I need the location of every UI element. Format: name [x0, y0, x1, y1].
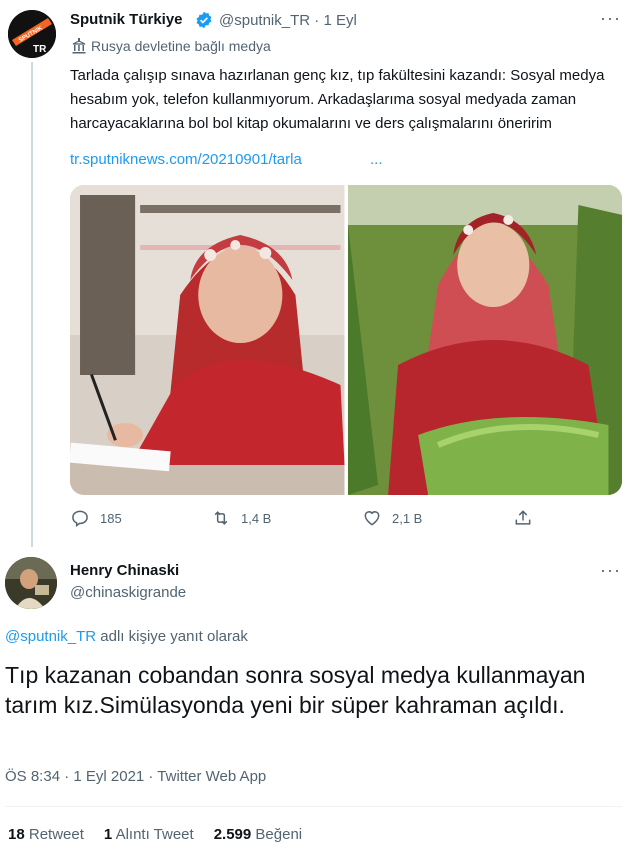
reply-count: 185	[100, 510, 122, 526]
parent-tweet-text: Tarlada çalışıp sınava hazırlanan genç k…	[70, 67, 605, 132]
government-building-icon	[72, 38, 86, 54]
more-icon[interactable]: ···	[600, 8, 621, 29]
likes-stat-count: 2.599	[213, 826, 252, 843]
retweets-stat-count: 18	[8, 826, 25, 843]
photo-field[interactable]	[347, 185, 622, 495]
reply-icon	[72, 510, 88, 527]
tweet-actions: 185 1,4 B 2,1 B	[70, 508, 540, 532]
more-icon[interactable]: ···	[600, 560, 621, 581]
replying-to-label: adlı kişiye yanıt olarak	[96, 628, 248, 645]
share-action[interactable]	[513, 508, 533, 528]
tweet-timestamp[interactable]: ÖS 8:34 · 1 Eyl 2021 · Twitter Web App	[5, 768, 266, 785]
retweet-action[interactable]: 1,4 B	[211, 508, 271, 528]
like-count: 2,1 B	[392, 510, 423, 526]
thread-line	[31, 62, 33, 547]
quotes-stat[interactable]: 1 Alıntı Tweet	[104, 826, 194, 843]
retweets-stat-label: Retweet	[28, 826, 84, 843]
likes-stat-label: Beğeni	[255, 826, 303, 843]
parent-date[interactable]: 1 Eyl	[323, 12, 356, 29]
reply-tweet-text: Tıp kazanan cobandan sonra sosyal medya …	[5, 662, 586, 718]
parent-handle-date[interactable]: @sputnik_TR · 1 Eyl	[219, 12, 357, 29]
like-action[interactable]: 2,1 B	[362, 508, 422, 528]
photo-studying-image	[70, 185, 345, 495]
likes-stat[interactable]: 2.599 Beğeni	[214, 826, 302, 843]
engagement-stats: 18 Retweet 1 Alıntı Tweet 2.599 Beğeni	[8, 826, 302, 843]
share-icon	[515, 510, 531, 525]
avatar-tr-text: TR	[33, 44, 47, 55]
reply-handle[interactable]: @chinaskigrande	[70, 584, 186, 601]
reply-action[interactable]: 185	[70, 508, 122, 528]
replying-to-mention[interactable]: @sputnik_TR	[5, 628, 96, 645]
sputnik-avatar[interactable]: SPUTNIK TR	[8, 10, 56, 58]
state-affiliated-label[interactable]: Rusya devletine bağlı medya	[91, 38, 271, 54]
photo-grid	[70, 185, 622, 495]
link-ellipsis: ...	[370, 151, 383, 168]
verified-badge-icon	[196, 11, 212, 29]
photo-studying[interactable]	[70, 185, 345, 495]
sputnik-logo-icon: SPUTNIK TR	[8, 10, 56, 58]
retweets-stat[interactable]: 18 Retweet	[8, 826, 84, 843]
like-icon	[364, 511, 380, 526]
henry-avatar[interactable]	[5, 557, 57, 609]
photo-field-image	[347, 185, 622, 495]
retweet-icon	[214, 511, 228, 525]
quotes-stat-count: 1	[103, 826, 113, 843]
retweet-count: 1,4 B	[241, 510, 272, 526]
parent-display-name[interactable]: Sputnik Türkiye	[70, 11, 183, 28]
reply-display-name[interactable]: Henry Chinaski	[70, 562, 179, 579]
replying-to: @sputnik_TR adlı kişiye yanıt olarak	[5, 628, 248, 645]
parent-handle[interactable]: @sputnik_TR	[219, 12, 310, 29]
quotes-stat-label: Alıntı Tweet	[115, 826, 194, 843]
article-link[interactable]: tr.sputniknews.com/20210901/tarla	[70, 151, 302, 168]
user-avatar-image	[5, 557, 57, 609]
divider	[5, 806, 622, 807]
separator-dot: ·	[314, 12, 320, 29]
